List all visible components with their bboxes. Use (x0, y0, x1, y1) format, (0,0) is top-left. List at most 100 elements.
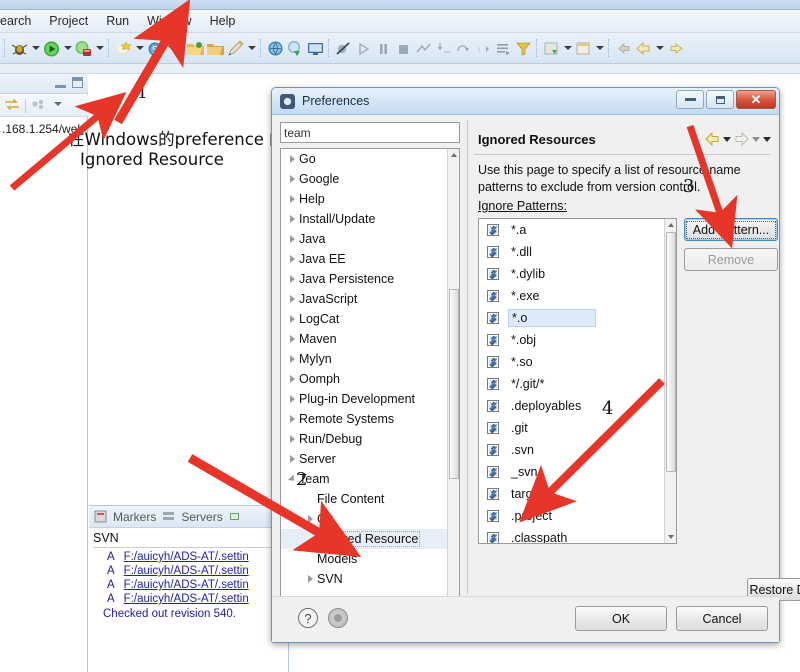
tree-item-logcat[interactable]: LogCat (281, 309, 447, 329)
pattern-checkbox[interactable]: ✓ (487, 488, 499, 500)
tree-item-server[interactable]: Server (281, 449, 447, 469)
forward-history-dropdown-icon[interactable] (752, 136, 760, 142)
patterns-scroll-thumb[interactable] (666, 232, 676, 472)
filter-funnel-icon[interactable] (514, 39, 533, 58)
step-over-icon[interactable] (454, 39, 473, 58)
table-row[interactable]: A F:/auicyh/ADS-AT/.settin (89, 578, 288, 592)
menu-item-run[interactable]: Run (97, 12, 138, 30)
chevron-right-icon[interactable] (303, 575, 317, 583)
pattern-row[interactable]: ✓ _svn (479, 461, 663, 483)
svn-path-link[interactable]: F:/auicyh/ADS-AT/.settin (124, 579, 249, 591)
pattern-row[interactable]: ✓ .git (479, 417, 663, 439)
chevron-right-icon[interactable] (285, 235, 299, 243)
tree-item-ignored-resource[interactable]: Ignored Resource (281, 529, 447, 549)
pattern-row[interactable]: ✓ */.git/* (479, 373, 663, 395)
pattern-row[interactable]: ✓ *.obj (479, 329, 663, 351)
main-toolbar[interactable]: S (0, 33, 800, 64)
chevron-right-icon[interactable] (285, 375, 299, 383)
tree-item-git[interactable]: Git (281, 509, 447, 529)
chevron-right-icon[interactable] (285, 395, 299, 403)
pattern-row[interactable]: ✓ *.dylib (479, 263, 663, 285)
tree-item-java-ee[interactable]: Java EE (281, 249, 447, 269)
chevron-right-icon[interactable] (285, 255, 299, 263)
tab-markers[interactable]: Markers (113, 510, 156, 524)
pattern-row[interactable]: ✓ *.exe (479, 285, 663, 307)
tree-item-plug-in-development[interactable]: Plug-in Development (281, 389, 447, 409)
pattern-row[interactable]: ✓ .svn (479, 439, 663, 461)
dialog-titlebar[interactable]: Preferences ✕ (272, 88, 779, 115)
back-history-dropdown-icon[interactable] (723, 136, 731, 142)
forward-arrow-icon[interactable] (666, 39, 685, 58)
tree-item-install-update[interactable]: Install/Update (281, 209, 447, 229)
pattern-checkbox[interactable]: ✓ (487, 532, 499, 543)
pattern-row[interactable]: ✓ .deployables (479, 395, 663, 417)
menu-item-window[interactable]: Window (138, 12, 200, 30)
remove-pattern-button[interactable]: Remove (684, 248, 778, 271)
pattern-checkbox[interactable]: ✓ (487, 422, 499, 434)
back-arrow-grey-icon[interactable] (614, 39, 633, 58)
new-wizard-icon[interactable] (114, 39, 133, 58)
chevron-right-icon[interactable] (285, 335, 299, 343)
terminate-icon[interactable] (394, 39, 413, 58)
table-row[interactable]: A F:/auicyh/ADS-AT/.settin (89, 550, 288, 564)
view-menu-icon[interactable] (52, 98, 64, 113)
chevron-right-icon[interactable] (303, 515, 317, 523)
maximize-view-icon[interactable] (72, 77, 83, 88)
pattern-checkbox[interactable]: ✓ (487, 378, 499, 390)
globe-icon[interactable] (266, 39, 285, 58)
search-s-icon[interactable]: S (146, 39, 165, 58)
perspective-icon[interactable] (542, 39, 561, 58)
globe-run-icon[interactable] (286, 39, 305, 58)
pattern-row[interactable]: ✓ *.o (479, 307, 663, 329)
chevron-right-icon[interactable] (285, 275, 299, 283)
folder-icon[interactable] (206, 39, 225, 58)
tree-item-run-debug[interactable]: Run/Debug (281, 429, 447, 449)
run-icon[interactable] (42, 39, 61, 58)
link-icon[interactable] (31, 97, 47, 115)
debug-bug-icon[interactable] (10, 39, 29, 58)
sync-icon[interactable] (4, 97, 20, 115)
perspective-dropdown-arrow[interactable] (562, 39, 573, 57)
menu-item-help[interactable]: Help (201, 12, 245, 30)
svn-path-link[interactable]: F:/auicyh/ADS-AT/.settin (124, 551, 249, 563)
external-tools-dropdown-arrow[interactable] (94, 39, 105, 57)
step-into-icon[interactable] (434, 39, 453, 58)
run-external-tools-icon[interactable] (74, 39, 93, 58)
forward-history-icon[interactable] (734, 131, 749, 147)
minimize-view-icon[interactable] (55, 77, 66, 88)
pattern-checkbox[interactable]: ✓ (487, 466, 499, 478)
tree-vertical-scrollbar[interactable] (447, 149, 459, 608)
new-wizard-dropdown-arrow[interactable] (134, 39, 145, 57)
run-dropdown-arrow[interactable] (62, 39, 73, 57)
patterns-scroll-up-arrow[interactable] (665, 219, 676, 231)
window-dropdown-arrow[interactable] (594, 39, 605, 57)
help-icon[interactable]: ? (298, 608, 318, 628)
back-arrow-icon[interactable] (634, 39, 653, 58)
tree-item-java[interactable]: Java (281, 229, 447, 249)
bottom-view-tabs[interactable]: Markers Servers (89, 506, 288, 528)
pattern-checkbox[interactable]: ✓ (487, 400, 499, 412)
pattern-row[interactable]: ✓ .project (479, 505, 663, 527)
add-pattern-button[interactable]: Add Pattern... (684, 218, 778, 241)
ok-button[interactable]: OK (575, 606, 667, 631)
tree-scroll-up-arrow[interactable] (448, 149, 459, 161)
tree-item-remote-systems[interactable]: Remote Systems (281, 409, 447, 429)
chevron-right-icon[interactable] (285, 455, 299, 463)
open-folder-icon[interactable] (186, 39, 205, 58)
svn-path-link[interactable]: F:/auicyh/ADS-AT/.settin (124, 565, 249, 577)
filter-list-icon[interactable] (494, 39, 513, 58)
pattern-checkbox[interactable]: ✓ (487, 246, 499, 258)
back-dropdown-arrow[interactable] (654, 39, 665, 57)
table-row[interactable]: A F:/auicyh/ADS-AT/.settin (89, 592, 288, 606)
pattern-checkbox[interactable]: ✓ (487, 510, 499, 522)
chevron-right-icon[interactable] (285, 195, 299, 203)
chevron-right-icon[interactable] (285, 415, 299, 423)
pattern-row[interactable]: ✓ target (479, 483, 663, 505)
minimize-button[interactable] (676, 90, 704, 109)
pattern-checkbox[interactable]: ✓ (487, 312, 499, 324)
pattern-checkbox[interactable]: ✓ (487, 444, 499, 456)
tree-item-help[interactable]: Help (281, 189, 447, 209)
search-dropdown-arrow[interactable] (166, 39, 177, 57)
chevron-right-icon[interactable] (285, 175, 299, 183)
svn-path-link[interactable]: F:/auicyh/ADS-AT/.settin (124, 593, 249, 605)
